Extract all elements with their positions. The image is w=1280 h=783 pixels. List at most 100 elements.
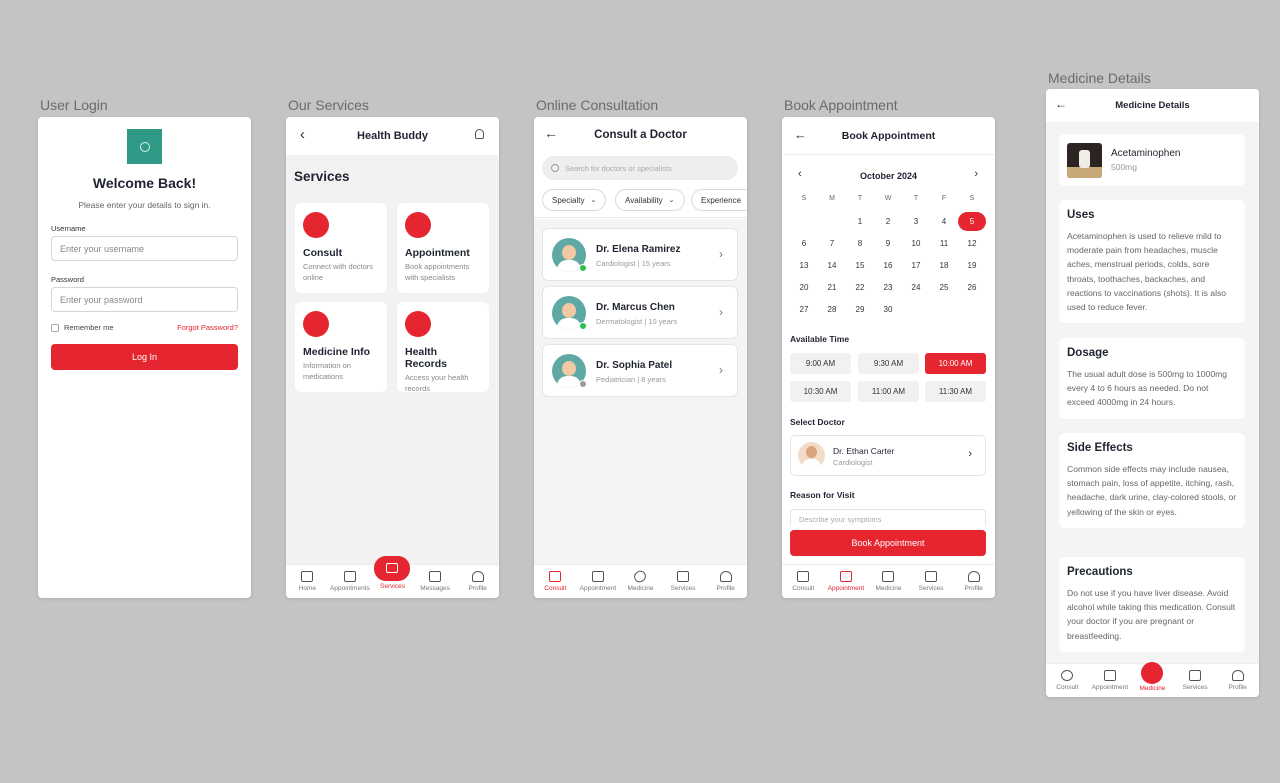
nav-services[interactable]: Services — [910, 571, 952, 592]
nav-consult[interactable]: Consult — [1046, 670, 1088, 691]
time-slot[interactable]: 10:30 AM — [790, 381, 851, 402]
calendar-day[interactable]: 12 — [960, 239, 984, 248]
records-icon — [405, 311, 431, 337]
weekday-label: F — [941, 195, 947, 202]
search-input[interactable]: Search for doctors or specialists — [542, 156, 738, 180]
calendar-day[interactable]: 24 — [904, 283, 928, 292]
calendar-day[interactable]: 25 — [932, 283, 956, 292]
time-slot[interactable]: 9:00 AM — [790, 353, 851, 374]
calendar-day[interactable]: 18 — [932, 261, 956, 270]
calendar-day[interactable]: 19 — [960, 261, 984, 270]
nav-medicine[interactable]: Medicine — [867, 571, 909, 592]
doctor-card[interactable]: Dr. Sophia Patel Pediatrician | 8 years … — [542, 344, 738, 397]
calendar-day[interactable]: 29 — [848, 305, 872, 314]
nav-profile[interactable]: Profile — [457, 571, 499, 592]
calendar-day[interactable]: 6 — [792, 239, 816, 248]
filter-specialty[interactable]: Specialty ⌄ — [542, 189, 607, 211]
nav-profile[interactable]: Profile — [1217, 670, 1259, 691]
service-desc: Book appointments with specialists — [405, 262, 470, 282]
user-icon — [471, 571, 484, 582]
nav-profile[interactable]: Profile — [953, 571, 995, 592]
nav-appointment[interactable]: Appointment — [1089, 670, 1131, 691]
calendar-day[interactable]: 23 — [876, 283, 900, 292]
doctor-card[interactable]: Dr. Elena Ramirez Cardiologist | 15 year… — [542, 228, 738, 281]
calendar-day[interactable]: 26 — [960, 283, 984, 292]
calendar-day[interactable]: 3 — [904, 217, 928, 226]
remember-checkbox[interactable] — [51, 323, 59, 332]
calendar-day[interactable]: 27 — [792, 305, 816, 314]
filter-experience[interactable]: Experience — [691, 189, 747, 211]
calendar-day[interactable]: 15 — [848, 261, 872, 270]
nav-services[interactable]: Services — [662, 571, 704, 592]
username-input[interactable]: Enter your username — [51, 236, 238, 261]
calendar-day[interactable]: 28 — [820, 305, 844, 314]
calendar-day[interactable]: 8 — [848, 239, 872, 248]
next-month-icon[interactable]: › — [974, 168, 978, 180]
weekday-label: M — [829, 195, 835, 202]
service-card-appointment[interactable]: Appointment Book appointments with speci… — [397, 203, 489, 293]
password-input[interactable]: Enter your password — [51, 287, 238, 312]
reason-input[interactable]: Describe your symptoms — [790, 509, 986, 525]
nav-profile[interactable]: Profile — [705, 571, 747, 592]
calendar-day-selected[interactable]: 5 — [958, 212, 986, 231]
book-appointment-button[interactable]: Book Appointment — [790, 530, 986, 556]
forgot-password-link[interactable]: Forgot Password? — [177, 323, 238, 332]
user-icon — [967, 571, 980, 582]
nav-appointment[interactable]: Appointment — [577, 571, 619, 592]
calendar-day[interactable]: 9 — [876, 239, 900, 248]
calendar-day[interactable]: 21 — [820, 283, 844, 292]
calendar-day[interactable]: 4 — [932, 217, 956, 226]
nav-consult[interactable]: Consult — [534, 571, 576, 592]
nav-medicine[interactable]: Medicine — [619, 568, 661, 592]
doctor-specialty: Cardiologist — [833, 458, 873, 467]
nav-appointments[interactable]: Appointments — [329, 571, 371, 592]
nav-home[interactable]: Home — [286, 571, 328, 592]
frame-label-consult: Online Consultation — [536, 97, 659, 113]
doctor-name: Dr. Elena Ramirez — [596, 244, 681, 255]
doctor-selector[interactable]: Dr. Ethan Carter Cardiologist › — [790, 435, 986, 476]
calendar-day[interactable]: 1 — [848, 217, 872, 226]
calendar-icon — [591, 571, 604, 582]
doctor-specialty: Pediatrician | 8 years — [596, 375, 666, 384]
time-slot[interactable]: 11:30 AM — [925, 381, 986, 402]
bottom-nav: Consult Appointment Medicine Services Pr… — [782, 564, 995, 598]
login-screen: Welcome Back! Please enter your details … — [38, 117, 251, 598]
calendar-icon — [839, 571, 852, 582]
service-card-medicine[interactable]: Medicine Info Information on medications — [295, 302, 387, 392]
nav-appointment[interactable]: Appointment — [825, 571, 867, 592]
calendar-day[interactable]: 17 — [904, 261, 928, 270]
nav-services[interactable]: Services — [1174, 670, 1216, 691]
nav-services[interactable]: Services — [371, 555, 413, 590]
section-text: Do not use if you have liver disease. Av… — [1067, 588, 1236, 641]
service-card-records[interactable]: Health Records Access your health record… — [397, 302, 489, 393]
calendar-day[interactable]: 10 — [904, 239, 928, 248]
calendar-day[interactable]: 13 — [792, 261, 816, 270]
calendar-day[interactable]: 14 — [820, 261, 844, 270]
calendar-day[interactable]: 20 — [792, 283, 816, 292]
service-card-consult[interactable]: Consult Connect with doctors online — [295, 203, 387, 293]
nav-messages[interactable]: Messages — [414, 571, 456, 592]
calendar-day[interactable]: 7 — [820, 239, 844, 248]
calendar-day[interactable]: 22 — [848, 283, 872, 292]
time-slot[interactable]: 9:30 AM — [858, 353, 919, 374]
nav-medicine[interactable]: Medicine — [1131, 661, 1173, 692]
calendar-day[interactable]: 2 — [876, 217, 900, 226]
chat-icon — [549, 571, 562, 582]
time-slot[interactable]: 11:00 AM — [858, 381, 919, 402]
medicine-name: Acetaminophen — [1111, 148, 1181, 159]
bell-icon[interactable] — [475, 129, 484, 139]
doctor-card[interactable]: Dr. Marcus Chen Dermatologist | 10 years… — [542, 286, 738, 339]
app-logo — [127, 129, 162, 164]
calendar-day[interactable]: 11 — [932, 239, 956, 248]
search-icon — [551, 164, 559, 172]
login-button[interactable]: Log In — [51, 344, 238, 370]
doctor-specialty: Dermatologist | 10 years — [596, 317, 678, 326]
time-slot-selected[interactable]: 10:00 AM — [925, 353, 986, 374]
calendar-day[interactable]: 30 — [876, 305, 900, 314]
nav-consult[interactable]: Consult — [782, 571, 824, 592]
filter-availability[interactable]: Availability ⌄ — [615, 189, 685, 211]
chevron-right-icon: › — [719, 247, 723, 261]
calendar-day[interactable]: 16 — [876, 261, 900, 270]
screen-title: Medicine Details — [1115, 100, 1190, 111]
consult-icon — [303, 212, 329, 238]
